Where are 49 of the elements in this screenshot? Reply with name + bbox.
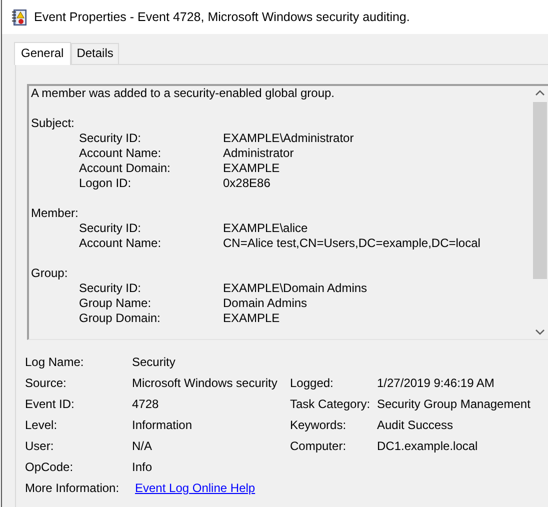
field-label: Account Domain: bbox=[79, 161, 172, 176]
field-value: EXAMPLE\Domain Admins bbox=[223, 281, 368, 296]
field-value: EXAMPLE\alice bbox=[223, 221, 308, 236]
field-value: Administrator bbox=[223, 146, 294, 161]
window-title: Event Properties - Event 4728, Microsoft Windows security auditing. bbox=[34, 10, 410, 24]
field-label: Group Name: bbox=[79, 296, 152, 311]
field-value: EXAMPLE\Administrator bbox=[223, 131, 354, 146]
detail-label: Task Category: bbox=[290, 397, 372, 412]
tab[interactable]: Details bbox=[70, 43, 120, 64]
detail-label: Keywords: bbox=[290, 418, 348, 433]
field-value: 0x28E86 bbox=[223, 176, 270, 191]
field-label: Security ID: bbox=[79, 131, 142, 146]
field-label: Account Name: bbox=[79, 236, 162, 251]
field-label: Security ID: bbox=[79, 281, 142, 296]
detail-value: DC1.example.local bbox=[377, 439, 478, 454]
detail-value: Microsoft Windows security bbox=[132, 376, 278, 391]
field-label: Security ID: bbox=[79, 221, 142, 236]
field-label: Logon ID: bbox=[79, 176, 132, 191]
detail-value: Info bbox=[132, 460, 154, 475]
detail-label: More Information: bbox=[25, 481, 120, 496]
detail-value: 1/27/2019 9:46:19 AM bbox=[377, 376, 494, 391]
detail-label: Logged: bbox=[290, 376, 334, 391]
description-summary: A member was added to a security-enabled global group. bbox=[31, 86, 336, 101]
detail-label: OpCode: bbox=[25, 460, 74, 475]
tab[interactable]: General bbox=[14, 42, 71, 65]
section-heading: Subject: bbox=[31, 116, 76, 131]
detail-value: 4728 bbox=[132, 397, 160, 412]
detail-value: N/A bbox=[132, 439, 154, 454]
detail-value: Audit Success bbox=[377, 418, 454, 433]
detail-label: Source: bbox=[25, 376, 68, 391]
help-link[interactable]: Event Log Online Help bbox=[135, 481, 256, 496]
scroll-thumb[interactable] bbox=[533, 102, 547, 279]
field-label: Group Domain: bbox=[79, 311, 162, 326]
detail-value: Security bbox=[132, 355, 176, 370]
field-value: CN=Alice test,CN=Users,DC=example,DC=local bbox=[223, 236, 480, 251]
detail-label: User: bbox=[25, 439, 55, 454]
field-value: Domain Admins bbox=[223, 296, 308, 311]
detail-value: Information bbox=[132, 418, 194, 433]
detail-label: Level: bbox=[25, 418, 58, 433]
field-value: EXAMPLE bbox=[223, 161, 280, 176]
section-heading: Member: bbox=[31, 206, 80, 221]
detail-value: Security Group Management bbox=[377, 397, 530, 412]
field-value: EXAMPLE bbox=[223, 311, 280, 326]
detail-label: Log Name: bbox=[25, 355, 85, 370]
section-heading: Group: bbox=[31, 266, 69, 281]
detail-label: Event ID: bbox=[25, 397, 76, 412]
field-label: Account Name: bbox=[79, 146, 162, 161]
detail-label: Computer: bbox=[290, 439, 348, 454]
notebook-icon bbox=[11, 8, 27, 26]
